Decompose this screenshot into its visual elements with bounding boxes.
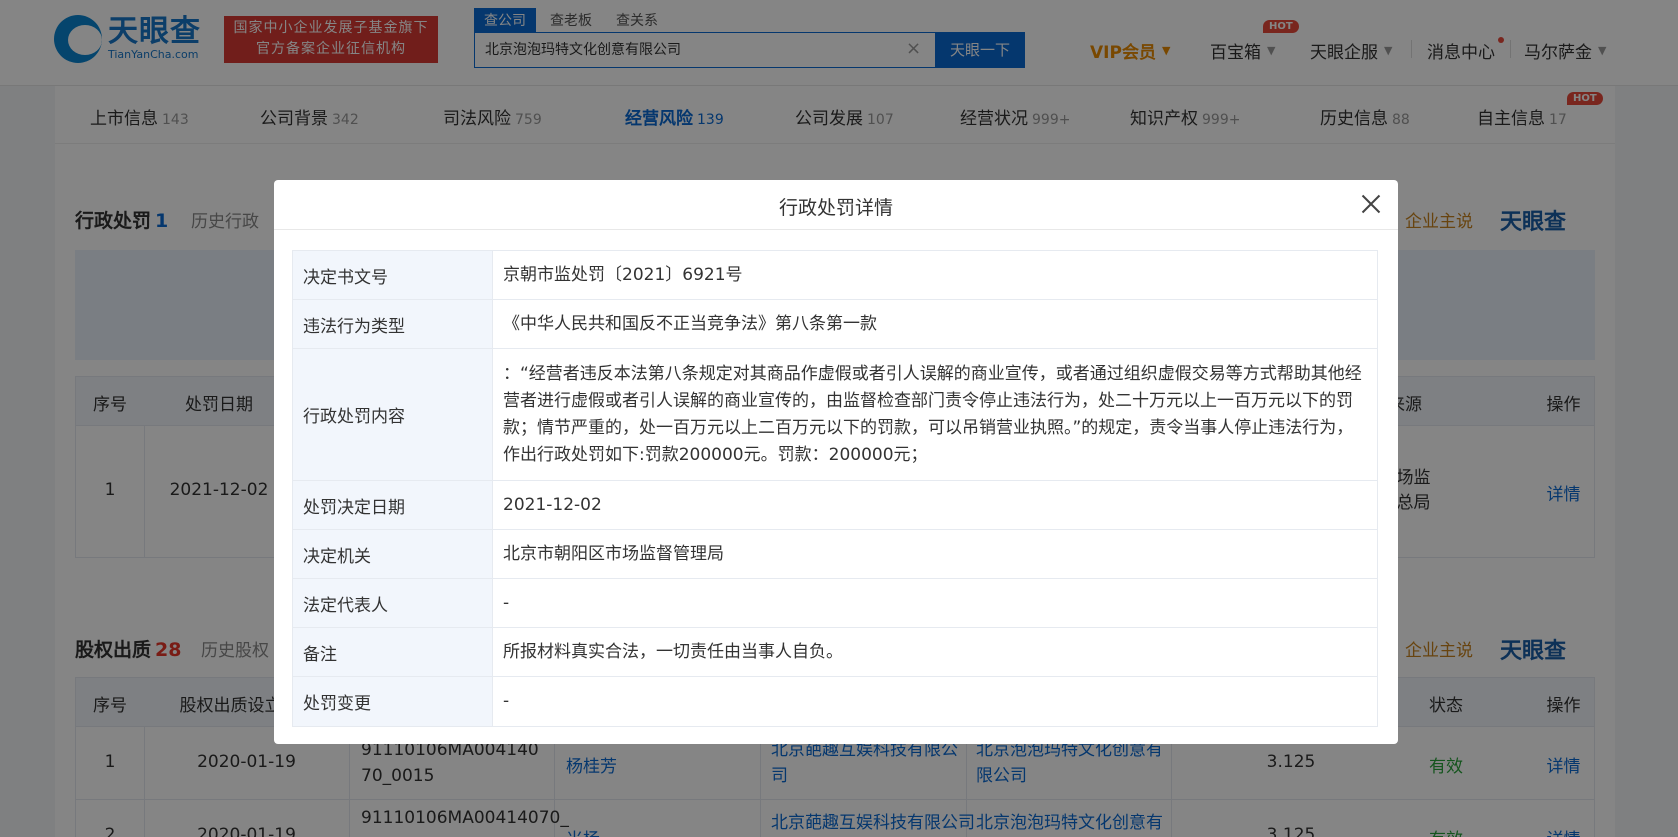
- detail-row-violation-type: 违法行为类型 《中华人民共和国反不正当竞争法》第八条第一款: [293, 300, 1377, 349]
- detail-row-decision-no: 决定书文号 京朝市监处罚〔2021〕6921号: [293, 251, 1377, 300]
- close-icon[interactable]: [1357, 190, 1385, 218]
- detail-row-authority: 决定机关 北京市朝阳区市场监督管理局: [293, 530, 1377, 579]
- modal-header: 行政处罚详情: [274, 180, 1398, 230]
- penalty-detail-modal: 行政处罚详情 决定书文号 京朝市监处罚〔2021〕6921号 违法行为类型 《中…: [274, 180, 1398, 744]
- detail-row-penalty-change: 处罚变更 -: [293, 677, 1377, 726]
- detail-row-penalty-content: 行政处罚内容 ：“经营者违反本法第八条规定对其商品作虚假或者引人误解的商业宣传，…: [293, 349, 1377, 481]
- detail-row-legal-rep: 法定代表人 -: [293, 579, 1377, 628]
- detail-row-decision-date: 处罚决定日期 2021-12-02: [293, 481, 1377, 530]
- detail-table: 决定书文号 京朝市监处罚〔2021〕6921号 违法行为类型 《中华人民共和国反…: [292, 250, 1378, 727]
- modal-title: 行政处罚详情: [778, 197, 893, 219]
- detail-row-remarks: 备注 所报材料真实合法，一切责任由当事人自负。: [293, 628, 1377, 677]
